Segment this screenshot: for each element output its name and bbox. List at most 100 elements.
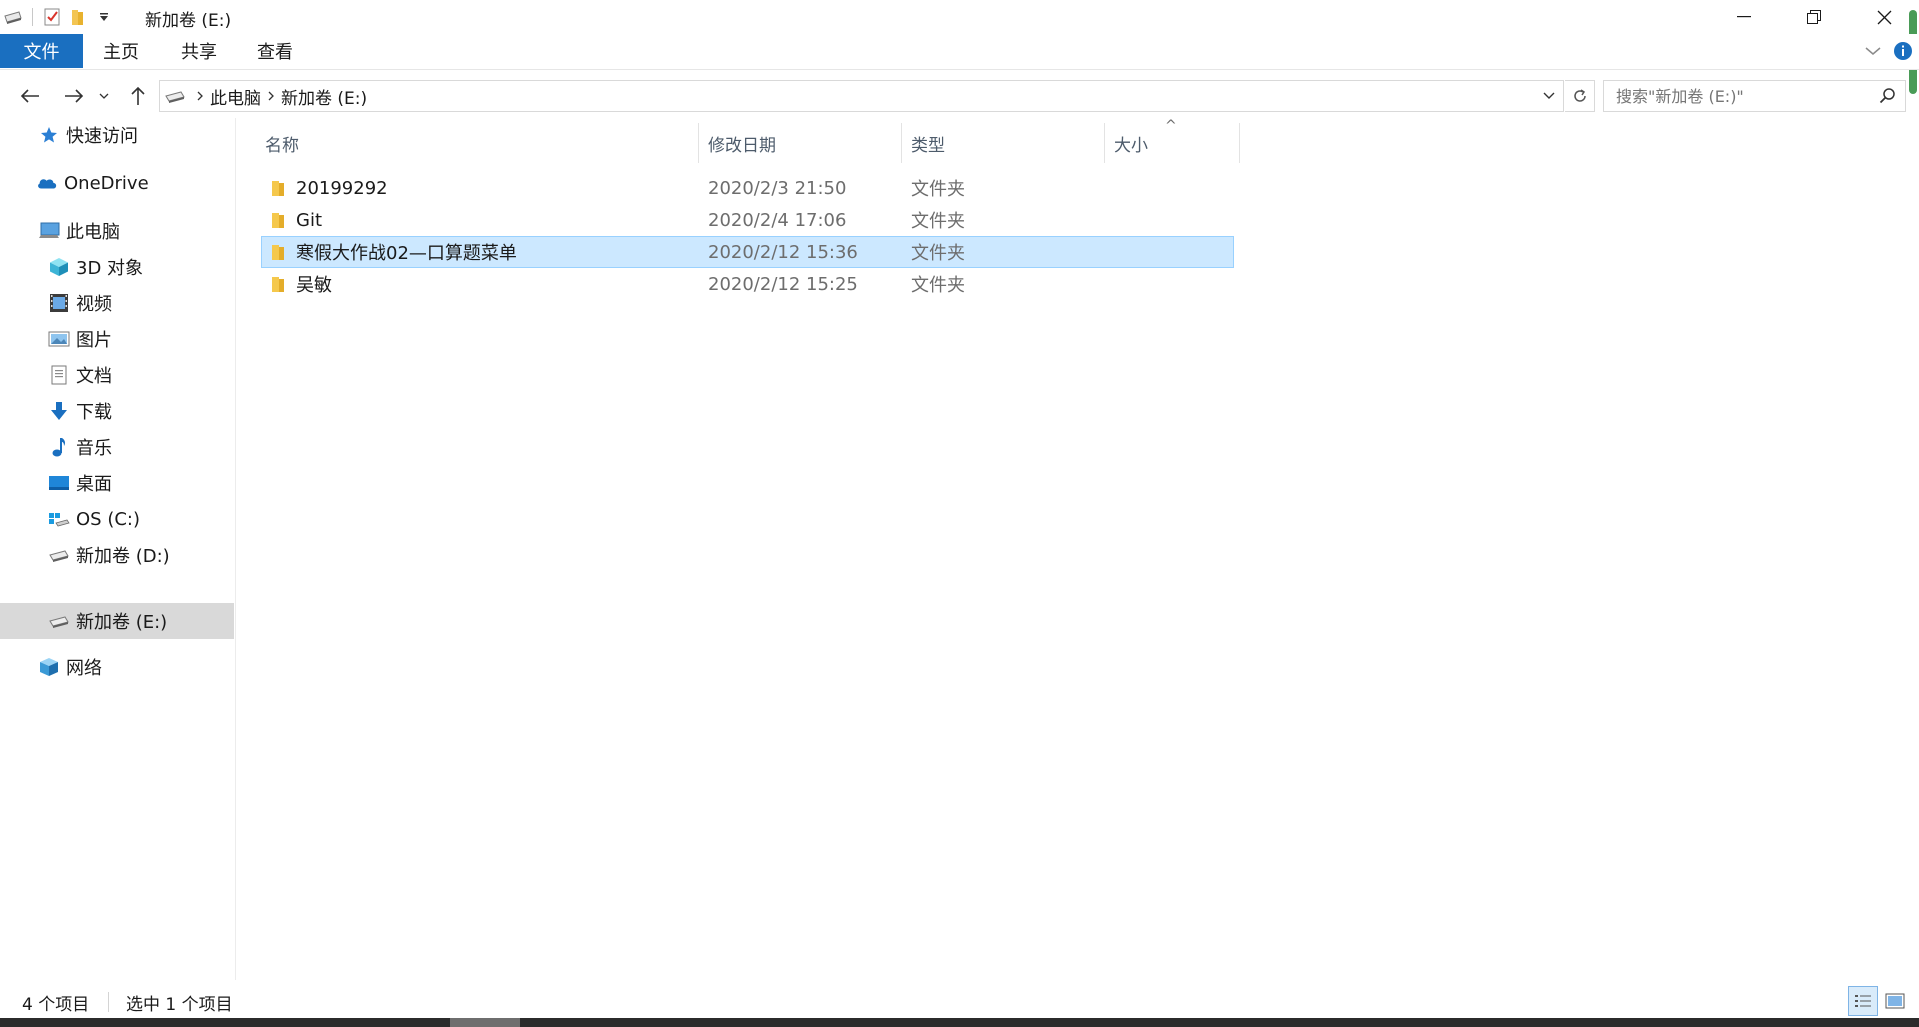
file-date-modified: 2020/2/12 15:25 (708, 273, 858, 295)
nav-item-label: 新加卷 (D:) (76, 546, 170, 567)
video-icon (48, 292, 70, 314)
computer-icon (38, 220, 60, 242)
up-arrow-icon (131, 86, 145, 105)
item-count: 4 个项目 (22, 995, 90, 1015)
address-bar[interactable]: 此电脑 新加卷 (E:) (159, 80, 1564, 112)
properties-icon[interactable] (39, 0, 65, 34)
drive-icon (160, 89, 190, 103)
nav-item-os-c[interactable]: OS (C:) (0, 502, 234, 536)
documents-icon (48, 364, 70, 386)
nav-item-label: 网络 (66, 658, 102, 679)
file-row[interactable]: 吴敏 2020/2/12 15:25 文件夹 (261, 268, 1234, 300)
file-row[interactable]: 20199292 2020/2/3 21:50 文件夹 (261, 172, 1234, 204)
restore-button[interactable] (1779, 0, 1849, 34)
nav-item-label: 新加卷 (E:) (76, 612, 168, 633)
nav-item-pictures[interactable]: 图片 (0, 322, 234, 356)
breadcrumb-current-drive[interactable]: 新加卷 (E:) (281, 84, 367, 109)
chevron-down-icon (1865, 47, 1881, 55)
os-drive-icon (48, 508, 70, 530)
nav-item-label: 文档 (76, 366, 112, 387)
file-name: 20199292 (296, 177, 388, 199)
pictures-icon (48, 328, 70, 350)
nav-item-videos[interactable]: 视频 (0, 286, 234, 320)
nav-item-label: OS (C:) (76, 508, 140, 530)
close-icon (1877, 10, 1891, 24)
file-date-modified: 2020/2/3 21:50 (708, 177, 847, 199)
nav-item-documents[interactable]: 文档 (0, 358, 234, 392)
nav-item-label: 下载 (76, 402, 112, 423)
details-view-button[interactable] (1848, 986, 1878, 1016)
nav-item-drive-d[interactable]: 新加卷 (D:) (0, 538, 234, 572)
minimize-icon (1737, 16, 1751, 18)
search-box[interactable] (1603, 80, 1906, 112)
file-name: Git (296, 209, 323, 231)
nav-item-this-pc[interactable]: 此电脑 (0, 214, 234, 248)
tab-file[interactable]: 文件 (0, 34, 83, 68)
back-arrow-icon (20, 89, 39, 103)
tab-view[interactable]: 查看 (246, 34, 304, 68)
taskbar-active-segment (450, 1018, 520, 1027)
music-icon (48, 436, 70, 458)
expand-ribbon-button[interactable] (1858, 34, 1888, 68)
3d-objects-icon (48, 256, 70, 278)
download-icon (48, 400, 70, 422)
file-type: 文件夹 (911, 179, 965, 200)
breadcrumb-this-pc[interactable]: 此电脑 (210, 84, 261, 109)
search-input[interactable] (1614, 85, 1864, 107)
drive-icon (48, 610, 70, 632)
nav-item-drive-e[interactable]: 新加卷 (E:) (0, 603, 234, 639)
tab-home[interactable]: 主页 (92, 34, 150, 68)
nav-item-downloads[interactable]: 下载 (0, 394, 234, 428)
minimize-button[interactable] (1709, 0, 1779, 34)
nav-item-music[interactable]: 音乐 (0, 430, 234, 464)
large-icons-view-button[interactable] (1880, 986, 1910, 1016)
desktop-icon (48, 472, 70, 494)
address-history-dropdown[interactable] (1537, 81, 1561, 111)
nav-item-network[interactable]: 网络 (0, 650, 234, 684)
refresh-button[interactable] (1565, 80, 1595, 112)
help-button[interactable] (1890, 34, 1916, 68)
customize-dropdown-icon[interactable] (91, 0, 117, 34)
details-view-icon (1855, 995, 1871, 1007)
nav-item-3d-objects[interactable]: 3D 对象 (0, 250, 234, 284)
file-row-selected[interactable]: 寒假大作战02—口算题菜单 2020/2/12 15:36 文件夹 (261, 236, 1234, 268)
status-divider (108, 992, 109, 1012)
nav-item-onedrive[interactable]: OneDrive (0, 166, 234, 200)
sort-indicator: ^ (1165, 118, 1177, 134)
chevron-down-icon (1543, 92, 1555, 99)
up-button[interactable] (122, 80, 154, 112)
nav-item-quick-access[interactable]: 快速访问 (0, 118, 234, 152)
file-type: 文件夹 (911, 243, 965, 264)
restore-icon (1807, 10, 1821, 24)
new-folder-icon[interactable] (65, 0, 91, 34)
column-header-name[interactable]: 名称 (261, 123, 699, 163)
nav-item-desktop[interactable]: 桌面 (0, 466, 234, 500)
breadcrumb-chevron-icon[interactable] (190, 80, 210, 112)
chevron-down-icon (99, 93, 109, 99)
column-header-type[interactable]: 类型 (902, 123, 1105, 163)
tab-share[interactable]: 共享 (168, 34, 230, 68)
drive-icon[interactable] (0, 0, 26, 34)
taskbar-edge (0, 1018, 1919, 1027)
drive-icon (48, 544, 70, 566)
file-explorer-window: 新加卷 (E:) 文件 主页 共享 查看 此电脑 新加卷 (E:) 搜索"新加卷… (0, 0, 1919, 1027)
title-bar: 新加卷 (E:) (0, 0, 1919, 94)
folder-icon (269, 179, 287, 202)
file-row[interactable]: Git 2020/2/4 17:06 文件夹 (261, 204, 1234, 236)
breadcrumb-chevron-icon[interactable] (261, 80, 281, 112)
folder-icon (269, 243, 287, 266)
file-name: 吴敏 (296, 275, 332, 296)
ribbon-tabs: 文件 主页 共享 查看 (0, 34, 1919, 70)
nav-item-label: 快速访问 (66, 126, 138, 147)
recent-locations-button[interactable] (94, 80, 114, 112)
forward-button[interactable] (58, 80, 90, 112)
column-header-date-modified[interactable]: 修改日期 (699, 123, 902, 163)
search-icon[interactable] (1879, 87, 1897, 109)
nav-item-label: 图片 (76, 330, 112, 351)
navigation-pane: 快速访问 OneDrive 此电脑 3D 对象 视频 图片 文档 下载 音乐 桌… (0, 118, 236, 980)
nav-item-label: 此电脑 (66, 222, 120, 243)
help-icon (1894, 42, 1912, 60)
nav-item-label: 3D 对象 (76, 258, 144, 279)
back-button[interactable] (14, 80, 46, 112)
nav-item-label: OneDrive (64, 172, 149, 194)
